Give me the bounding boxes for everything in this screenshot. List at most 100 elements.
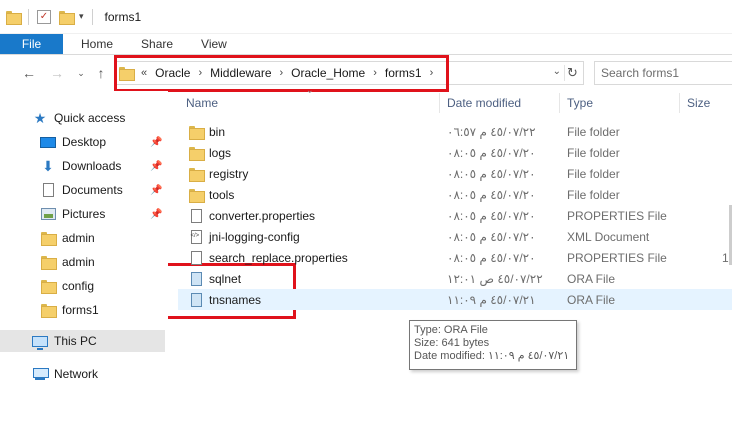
file-row-registry[interactable]: registry ٤٥/٠٧/٢٠ م ٠٨:٠٥ File folder (178, 163, 732, 184)
toolbar-divider (28, 8, 29, 25)
breadcrumb-separator-icon[interactable]: › (373, 67, 377, 79)
sidebar-item-this-pc[interactable]: This PC (0, 330, 165, 352)
tooltip-date-label: Date modified: (414, 350, 485, 362)
column-header-type[interactable]: Type (567, 91, 593, 115)
sidebar-item-label: Network (54, 367, 99, 381)
column-divider[interactable] (559, 93, 560, 113)
column-header-date[interactable]: Date modified (447, 91, 521, 115)
file-row-tnsnames[interactable]: tnsnames ٤٥/٠٧/٢١ م ١١:٠٩ ORA File (178, 289, 732, 310)
refresh-icon[interactable]: ↻ (564, 65, 580, 81)
ora-file-icon (188, 292, 204, 308)
sort-chevron-icon[interactable]: ⌄ (306, 85, 314, 96)
breadcrumb-oracle-home[interactable]: Oracle_Home (291, 66, 365, 80)
address-bar[interactable]: « Oracle › Middleware › Oracle_Home › fo… (114, 61, 584, 85)
pin-icon[interactable]: 📌 (150, 137, 162, 148)
file-row-search-replace-properties[interactable]: search_replace.properties ٤٥/٠٧/٢٠ م ٠٨:٠… (178, 247, 732, 268)
tab-home[interactable]: Home (67, 34, 127, 54)
file-row-logs[interactable]: logs ٤٥/٠٧/٢٠ م ٠٨:٠٥ File folder (178, 142, 732, 163)
column-header-name[interactable]: Name (186, 91, 218, 115)
navigation-bar: ← → ⌄ ↑ « Oracle › Middleware › Oracle_H… (0, 55, 732, 91)
file-row-tools[interactable]: tools ٤٥/٠٧/٢٠ م ٠٨:٠٥ File folder (178, 184, 732, 205)
tab-view[interactable]: View (187, 34, 241, 54)
tab-file[interactable]: File (0, 34, 63, 54)
pin-icon[interactable]: 📌 (150, 161, 162, 172)
sidebar-item-forms1[interactable]: forms1 (0, 299, 165, 321)
file-name-cell: sqlnet (188, 268, 241, 289)
customize-toolbar-icon[interactable]: ▾ (79, 11, 84, 22)
up-arrow-icon[interactable]: ↑ (92, 64, 110, 82)
breadcrumb-oracle[interactable]: Oracle (155, 66, 190, 80)
search-input[interactable] (601, 66, 711, 80)
file-row-bin[interactable]: bin ٤٥/٠٧/٢٢ م ٠٦:٥٧ File folder (178, 121, 732, 142)
file-row-converter-properties[interactable]: converter.properties ٤٥/٠٧/٢٠ م ٠٨:٠٥ PROP… (178, 205, 732, 226)
network-icon (32, 366, 49, 382)
downloads-icon: ⬇ (42, 157, 54, 174)
tooltip-size-label: Size: (414, 337, 439, 349)
file-name-cell: tnsnames (188, 289, 261, 310)
file-type: XML Document (567, 229, 650, 244)
overflow-chevron-icon[interactable]: « (141, 67, 147, 79)
tooltip-type-value: ORA File (443, 324, 488, 336)
sidebar-item-downloads[interactable]: ⬇ Downloads 📌 (0, 155, 165, 177)
sidebar-item-label: This PC (54, 334, 97, 348)
pin-icon[interactable]: 📌 (150, 209, 162, 220)
breadcrumb-separator-icon[interactable]: › (280, 67, 284, 79)
quick-access[interactable]: ★ Quick access (0, 107, 165, 129)
file-type: PROPERTIES File (567, 208, 667, 223)
folder-icon (119, 67, 135, 81)
properties-icon[interactable]: ✓ (37, 9, 51, 24)
ora-file-icon (188, 271, 204, 287)
file-name-cell: tools (188, 184, 234, 205)
sidebar-item-label: config (62, 279, 95, 293)
file-explorer-window: ✓ ▾ forms1 File Home Share View ← → ⌄ ↑ … (0, 0, 732, 428)
file-name-cell: logs (188, 142, 231, 163)
sidebar-item-documents[interactable]: Documents 📌 (0, 179, 165, 201)
file-type: File folder (567, 124, 620, 139)
file-type: File folder (567, 187, 620, 202)
ribbon-tabs: File Home Share View (0, 34, 732, 55)
sidebar-item-network[interactable]: Network (0, 363, 165, 385)
sidebar-item-desktop[interactable]: Desktop 📌 (0, 131, 165, 153)
file-name: jni-logging-config (209, 229, 300, 244)
folder-icon (188, 145, 205, 161)
tooltip-date-value: ٤٥/٠٧/٢١ م ١١:٠٩ (487, 350, 570, 362)
sidebar-item-admin[interactable]: admin (0, 251, 165, 273)
file-row-jni-logging-config[interactable]: jni-logging-config ٤٥/٠٧/٢٠ م ٠٨:٠٥ XML Do… (178, 226, 732, 247)
breadcrumb-middleware[interactable]: Middleware (210, 66, 271, 80)
navigation-pane: ★ Quick access Desktop 📌 ⬇ Downloads 📌 D… (0, 91, 168, 428)
file-name: tools (209, 187, 235, 202)
file-row-sqlnet[interactable]: sqlnet ٤٥/٠٧/٢٢ ص ١٢:٠١ ORA File (178, 268, 732, 289)
folder-icon (188, 187, 205, 203)
breadcrumb-forms1[interactable]: forms1 (385, 66, 422, 80)
file-name: tnsnames (209, 292, 262, 307)
sidebar-item-admin[interactable]: admin (0, 227, 165, 249)
tooltip-size-value: 641 bytes (441, 337, 490, 349)
column-divider[interactable] (439, 93, 440, 113)
tab-share[interactable]: Share (127, 34, 187, 54)
pin-icon[interactable]: 📌 (150, 185, 162, 196)
file-date: ٤٥/٠٧/٢١ م ١١:٠٩ (447, 292, 536, 307)
desktop-icon (40, 134, 56, 150)
file-name: sqlnet (209, 271, 242, 286)
folder-icon (40, 254, 57, 270)
column-header-size[interactable]: Size (687, 91, 710, 115)
new-folder-icon[interactable] (59, 10, 75, 25)
pictures-icon (40, 206, 56, 222)
quick-access-toolbar: ✓ ▾ (0, 8, 97, 25)
file-name-cell: converter.properties (188, 205, 315, 226)
breadcrumb-separator-icon[interactable]: › (430, 67, 434, 79)
sidebar-item-config[interactable]: config (0, 275, 165, 297)
forward-arrow-icon[interactable]: → (48, 64, 66, 82)
column-divider[interactable] (679, 93, 680, 113)
recent-locations-chevron-icon[interactable]: ⌄ (72, 64, 90, 82)
sidebar-item-pictures[interactable]: Pictures 📌 (0, 203, 165, 225)
computer-icon (32, 333, 48, 350)
file-date: ٤٥/٠٧/٢٠ م ٠٨:٠٥ (447, 166, 536, 181)
sidebar-item-label: Downloads (62, 159, 122, 173)
back-arrow-icon[interactable]: ← (20, 64, 38, 82)
search-box[interactable] (594, 61, 732, 85)
file-date: ٤٥/٠٧/٢٢ ص ١٢:٠١ (447, 271, 543, 286)
breadcrumb-separator-icon[interactable]: › (198, 67, 202, 79)
address-dropdown-chevron-icon[interactable]: ⌄ (553, 66, 561, 77)
file-date: ٤٥/٠٧/٢٠ م ٠٨:٠٥ (447, 208, 536, 223)
